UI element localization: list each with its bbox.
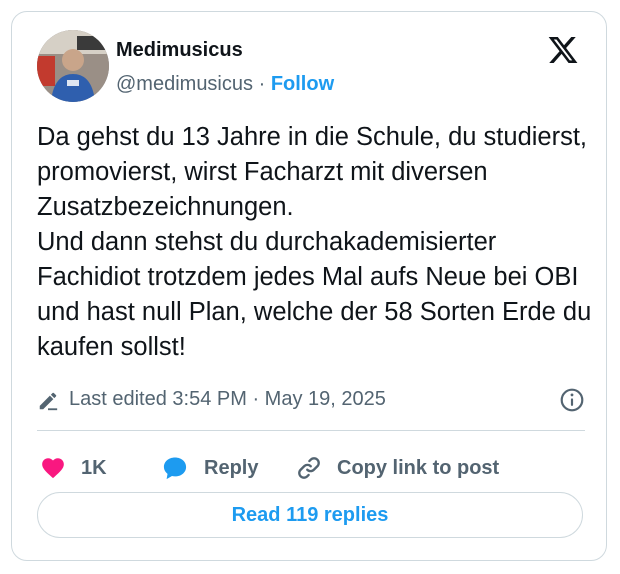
reply-button[interactable]: Reply: [160, 448, 258, 488]
x-logo-icon[interactable]: [546, 34, 580, 66]
avatar[interactable]: [37, 30, 109, 102]
author-display-name[interactable]: Medimusicus: [116, 38, 334, 62]
reply-icon: [163, 457, 187, 480]
link-icon: [298, 457, 320, 479]
last-edited-link[interactable]: Last edited 3:54 PM · May 19, 2025: [69, 388, 386, 411]
tweet-actions: 1K Reply Copy link to post: [37, 448, 597, 488]
tweet-card: Medimusicus @medimusicus · Follow Da geh…: [11, 11, 607, 561]
like-button[interactable]: 1K: [39, 448, 107, 488]
heart-icon: [42, 458, 64, 479]
pencil-icon: [39, 392, 58, 411]
author-handle-row: @medimusicus · Follow: [116, 72, 334, 96]
copy-link-button[interactable]: Copy link to post: [295, 448, 499, 488]
author-block: Medimusicus @medimusicus · Follow: [116, 38, 334, 96]
separator-dot: ·: [258, 73, 266, 95]
reply-label: Reply: [204, 456, 259, 479]
copy-link-label: Copy link to post: [337, 456, 500, 479]
divider: [37, 430, 585, 431]
tweet-text: Da gehst du 13 Jahre in die Schule, du s…: [37, 123, 592, 361]
read-replies-button[interactable]: Read 119 replies: [37, 492, 583, 538]
like-count: 1K: [81, 456, 107, 479]
author-handle[interactable]: @medimusicus: [116, 73, 253, 95]
info-icon[interactable]: [559, 387, 585, 413]
avatar-image: [37, 30, 109, 102]
tweet-meta: Last edited 3:54 PM · May 19, 2025: [37, 386, 585, 414]
follow-button[interactable]: Follow: [271, 73, 334, 95]
